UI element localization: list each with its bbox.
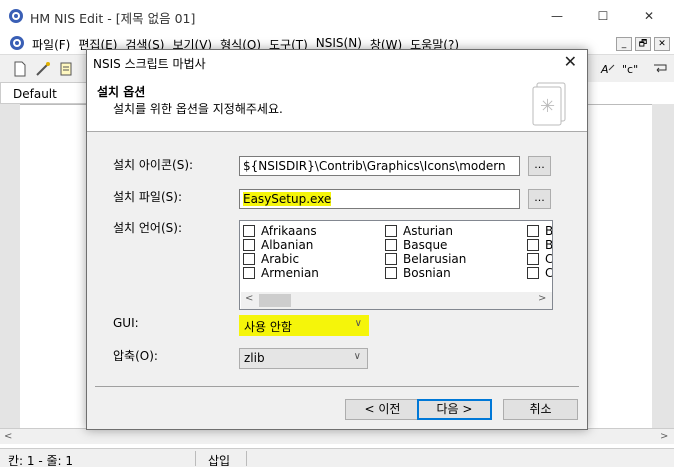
language-item[interactable]: C <box>527 266 552 280</box>
checkbox[interactable] <box>527 225 539 237</box>
back-button[interactable]: < 이전 <box>345 399 420 420</box>
quote-text[interactable]: "c" <box>622 63 638 76</box>
svg-text:A: A <box>600 63 609 76</box>
status-separator <box>195 451 196 466</box>
title-bar: HM NIS Edit - [제목 없음 01] — ☐ ✕ <box>0 0 674 32</box>
wizard-dialog: NSIS 스크립트 마법사 ✕ 설치 옵션 설치를 위한 옵션을 지정해주세요.… <box>86 49 588 430</box>
minimize-button[interactable]: — <box>534 0 580 32</box>
dialog-header: 설치 옵션 설치를 위한 옵션을 지정해주세요. ✳ <box>87 74 587 132</box>
wrap-icon[interactable] <box>652 61 668 77</box>
setup-file-value: EasySetup.exe <box>243 192 332 206</box>
status-separator <box>246 451 247 466</box>
maximize-button[interactable]: ☐ <box>580 0 626 32</box>
dialog-title: NSIS 스크립트 마법사 <box>93 57 206 71</box>
language-list-scrollbar[interactable]: < > <box>241 292 552 309</box>
dialog-title-bar: NSIS 스크립트 마법사 ✕ <box>87 50 587 74</box>
wizard-icon[interactable] <box>35 61 51 77</box>
language-item[interactable]: Armenian <box>243 266 319 280</box>
gui-label: GUI: <box>113 316 139 330</box>
compression-select-value: zlib <box>244 351 265 365</box>
dialog-close-button[interactable]: ✕ <box>564 52 577 71</box>
compression-select[interactable]: zlib ∨ <box>239 348 368 369</box>
language-item[interactable]: B <box>527 224 552 238</box>
checkbox[interactable] <box>243 253 255 265</box>
language-item[interactable]: Arabic <box>243 252 299 266</box>
mdi-close-button[interactable]: ✕ <box>654 37 670 51</box>
checkbox[interactable] <box>243 225 255 237</box>
file-browse-button[interactable]: ... <box>528 189 551 209</box>
checkbox[interactable] <box>527 239 539 251</box>
horizontal-scrollbar[interactable]: < > <box>0 428 674 444</box>
icon-browse-button[interactable]: ... <box>528 156 551 176</box>
scroll-right-icon[interactable]: > <box>538 293 546 304</box>
compression-label: 압축(O): <box>113 349 158 363</box>
next-button[interactable]: 다음 > <box>417 399 492 420</box>
svg-text:✳: ✳ <box>540 96 555 117</box>
checkbox[interactable] <box>243 267 255 279</box>
chevron-down-icon: ∨ <box>354 318 362 329</box>
checkbox[interactable] <box>385 267 397 279</box>
language-item[interactable]: C <box>527 252 552 266</box>
style-combo[interactable]: Default <box>0 82 90 104</box>
scroll-left-icon[interactable]: < <box>4 431 12 442</box>
language-item[interactable]: Belarusian <box>385 252 466 266</box>
checkbox[interactable] <box>527 253 539 265</box>
mdi-restore-button[interactable]: 🗗 <box>635 37 651 51</box>
language-item[interactable]: Albanian <box>243 238 313 252</box>
icon-path-field[interactable]: ${NSISDIR}\Contrib\Graphics\Icons\modern <box>239 156 520 176</box>
new-file-icon[interactable] <box>12 61 28 77</box>
checkbox[interactable] <box>243 239 255 251</box>
icon-label: 설치 아이콘(S): <box>113 158 194 172</box>
header-title: 설치 옵션 <box>97 85 146 99</box>
insert-mode: 삽입 <box>208 454 231 467</box>
mdi-minimize-button[interactable]: _ <box>616 37 632 51</box>
file-label: 설치 파일(S): <box>113 190 182 204</box>
language-item[interactable]: Basque <box>385 238 447 252</box>
checkbox[interactable] <box>385 239 397 251</box>
language-item[interactable]: B <box>527 238 552 252</box>
scroll-left-icon[interactable]: < <box>245 293 253 304</box>
editor-right-panel <box>652 104 674 434</box>
document-icon[interactable] <box>9 35 25 51</box>
status-bar: 칸: 1 - 줄: 1 삽입 <box>0 448 674 467</box>
close-button[interactable]: ✕ <box>626 0 672 32</box>
checkbox[interactable] <box>385 225 397 237</box>
language-item[interactable]: Bosnian <box>385 266 451 280</box>
cancel-button[interactable]: 취소 <box>503 399 578 420</box>
menu-file[interactable]: 파일(F) <box>32 36 70 53</box>
setup-file-field[interactable]: EasySetup.exe <box>239 189 520 209</box>
font-icon[interactable]: A <box>600 61 616 77</box>
dialog-separator <box>95 386 579 387</box>
checkbox[interactable] <box>527 267 539 279</box>
template-icon[interactable] <box>58 61 74 77</box>
scroll-right-icon[interactable]: > <box>660 431 668 442</box>
gui-select[interactable]: 사용 안함 ∨ <box>239 315 369 336</box>
language-list[interactable]: Afrikaans Albanian Arabic Armenian Astur… <box>239 220 553 310</box>
scroll-thumb[interactable] <box>259 294 291 307</box>
language-item[interactable]: Afrikaans <box>243 224 317 238</box>
language-item[interactable]: Asturian <box>385 224 453 238</box>
chevron-down-icon: ∨ <box>353 351 361 362</box>
gui-select-value: 사용 안함 <box>244 320 292 334</box>
editor-margin <box>0 104 20 434</box>
header-subtitle: 설치를 위한 옵션을 지정해주세요. <box>113 102 283 116</box>
app-icon <box>9 9 23 23</box>
window-title: HM NIS Edit - [제목 없음 01] <box>30 11 196 26</box>
checkbox[interactable] <box>385 253 397 265</box>
language-label: 설치 언어(S): <box>113 221 182 235</box>
wizard-logo-icon: ✳ <box>532 82 566 126</box>
cursor-position: 칸: 1 - 줄: 1 <box>8 454 74 467</box>
